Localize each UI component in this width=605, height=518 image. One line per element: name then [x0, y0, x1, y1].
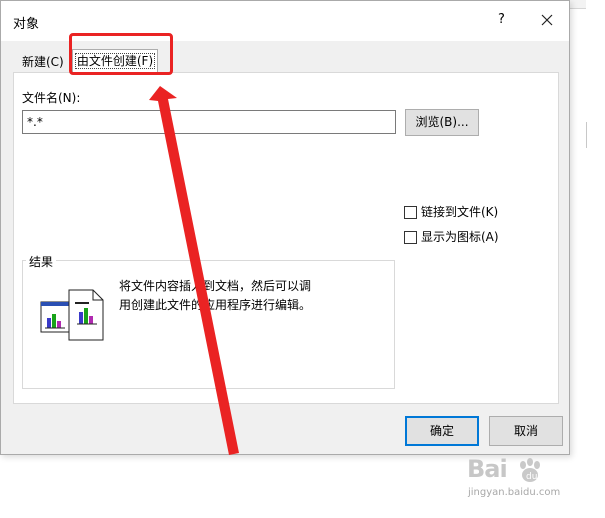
annotation-arrow: [149, 86, 239, 455]
watermark: Bai du jingyan.baidu.com: [463, 455, 593, 510]
paw-icon: du: [520, 458, 540, 482]
svg-text:du: du: [526, 472, 537, 482]
watermark-url: jingyan.baidu.com: [468, 487, 561, 498]
watermark-brand: Bai: [467, 455, 508, 483]
